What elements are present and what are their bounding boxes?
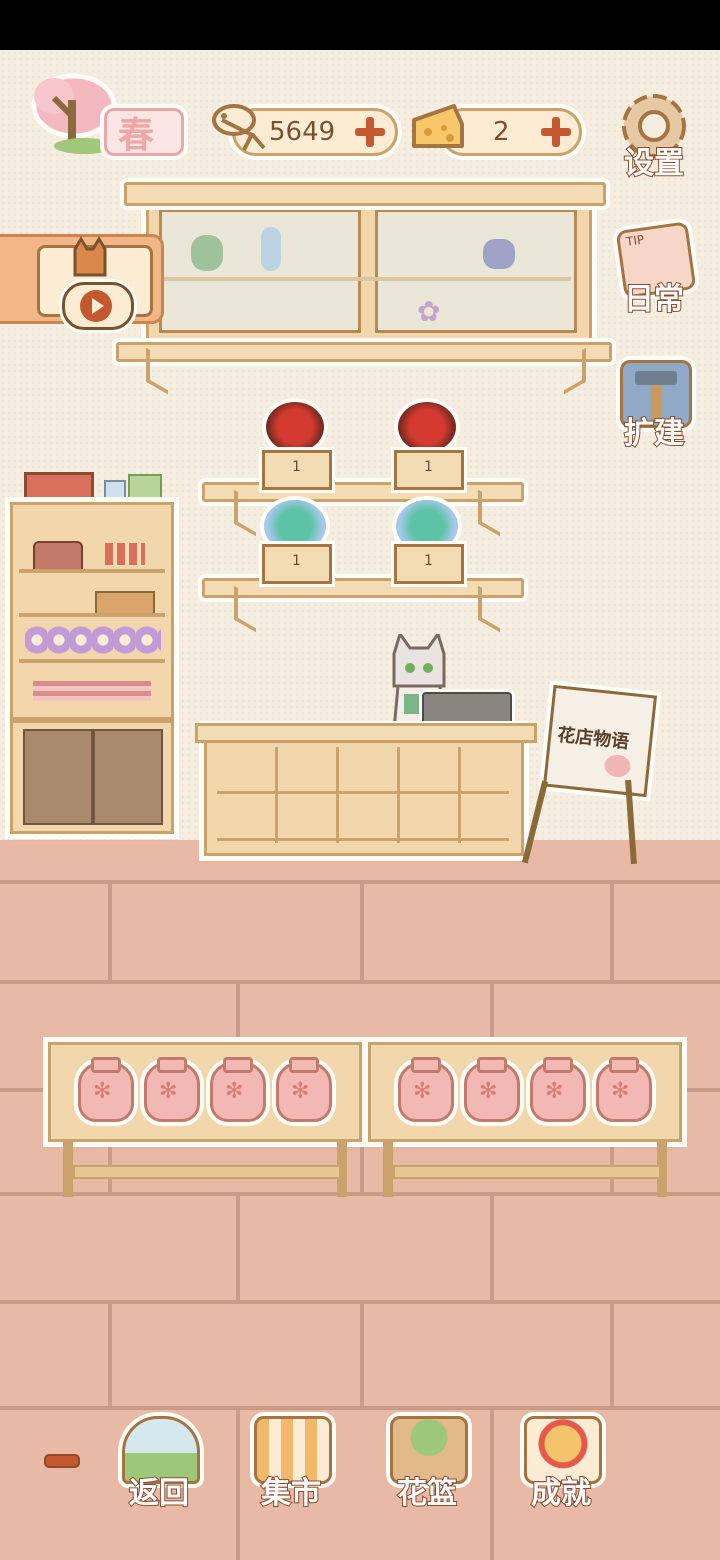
cat-icon (73, 236, 107, 277)
stock-crate[interactable]: 1 (394, 544, 464, 584)
empty-flower-pot[interactable]: ✻ (78, 1057, 134, 1122)
daily-label: 日常 (623, 281, 685, 318)
empty-flower-pot[interactable]: ✻ (530, 1057, 586, 1122)
pink-flower-icon: ✿ (417, 295, 441, 328)
stock-crate[interactable]: 1 (394, 450, 464, 490)
empty-flower-pot[interactable]: ✻ (210, 1057, 266, 1122)
empty-flower-pot[interactable]: ✻ (398, 1057, 454, 1122)
easel-sign-text: 花店物语 (556, 724, 631, 753)
cheese-count: 2 (493, 117, 510, 147)
cabinet-shelf-line (159, 277, 571, 281)
settings-label: 设置 (623, 145, 685, 182)
collapse-nav-button[interactable] (44, 1454, 80, 1468)
cabinet-glass-left (159, 209, 361, 333)
crate-count: 1 (424, 459, 433, 475)
cheese-icon (412, 104, 464, 148)
donut-rolls-icon (25, 625, 161, 655)
wall-display-cabinet[interactable]: ✿ (146, 196, 592, 342)
play-icon (80, 290, 112, 322)
add-cheese-button[interactable] (539, 115, 573, 149)
cash-register[interactable] (422, 692, 512, 726)
cabinet-bottom-shelf (116, 342, 612, 362)
fish-bone-icon (212, 104, 266, 151)
season-label: 春 (118, 115, 155, 156)
red-rose-bouquet[interactable] (398, 402, 456, 452)
flower-basket-label: 花篮 (396, 1475, 458, 1512)
empty-flower-pot[interactable]: ✻ (144, 1057, 200, 1122)
market-button[interactable]: 集市 (246, 1416, 336, 1512)
navy-jar-icon (483, 239, 515, 269)
crate-count: 1 (424, 553, 433, 569)
settings-button[interactable]: 设置 (614, 90, 694, 182)
craft-bookcase[interactable] (10, 502, 174, 834)
cabinet-glass-right (375, 209, 577, 333)
green-vase-icon (191, 235, 223, 271)
empty-flower-pot[interactable]: ✻ (596, 1057, 652, 1122)
expand-label: 扩建 (623, 415, 685, 452)
daily-button[interactable]: TIP 日常 (614, 221, 697, 318)
back-button[interactable]: 返回 (114, 1416, 204, 1512)
empty-flower-pot[interactable]: ✻ (464, 1057, 520, 1122)
flower-basket-button[interactable]: 花篮 (382, 1416, 472, 1512)
stock-crate[interactable]: 1 (262, 450, 332, 490)
stock-crate[interactable]: 1 (262, 544, 332, 584)
season-badge[interactable]: 春 (24, 70, 184, 156)
market-label: 集市 (260, 1475, 322, 1512)
gift-boxes (24, 468, 164, 506)
treasure-chest-icon (33, 541, 83, 571)
crate-count: 1 (292, 553, 301, 569)
blue-bottle-icon (261, 227, 281, 271)
red-rose-bouquet[interactable] (266, 402, 324, 452)
back-label: 返回 (128, 1475, 190, 1512)
shop-easel-sign[interactable]: 花店物语 (542, 684, 658, 798)
folded-fabric-icon (33, 681, 151, 701)
yarn-basket-icon (95, 591, 155, 615)
play-video-button[interactable] (62, 282, 134, 330)
empty-flower-pot[interactable]: ✻ (276, 1057, 332, 1122)
peony-icon (603, 753, 632, 779)
fish-count: 5649 (269, 117, 336, 147)
achievements-label: 成就 (530, 1475, 592, 1512)
crate-count: 1 (292, 459, 301, 475)
add-fish-button[interactable] (353, 115, 387, 149)
cabinet-door-right[interactable] (93, 729, 163, 825)
shop-counter[interactable] (195, 723, 537, 856)
expand-button[interactable]: 扩建 (614, 360, 694, 452)
brick-floor (0, 840, 720, 1560)
thread-spools-icon (105, 543, 145, 565)
cabinet-door-left[interactable] (23, 729, 93, 825)
game-scene: 春 5649 2 设置 TIP 日常 扩建 ✿ 1 1 1 1 花店物语 ✻ ✻… (0, 50, 720, 1560)
achievements-button[interactable]: 成就 (516, 1416, 606, 1512)
cabinet-top-trim (124, 182, 606, 206)
